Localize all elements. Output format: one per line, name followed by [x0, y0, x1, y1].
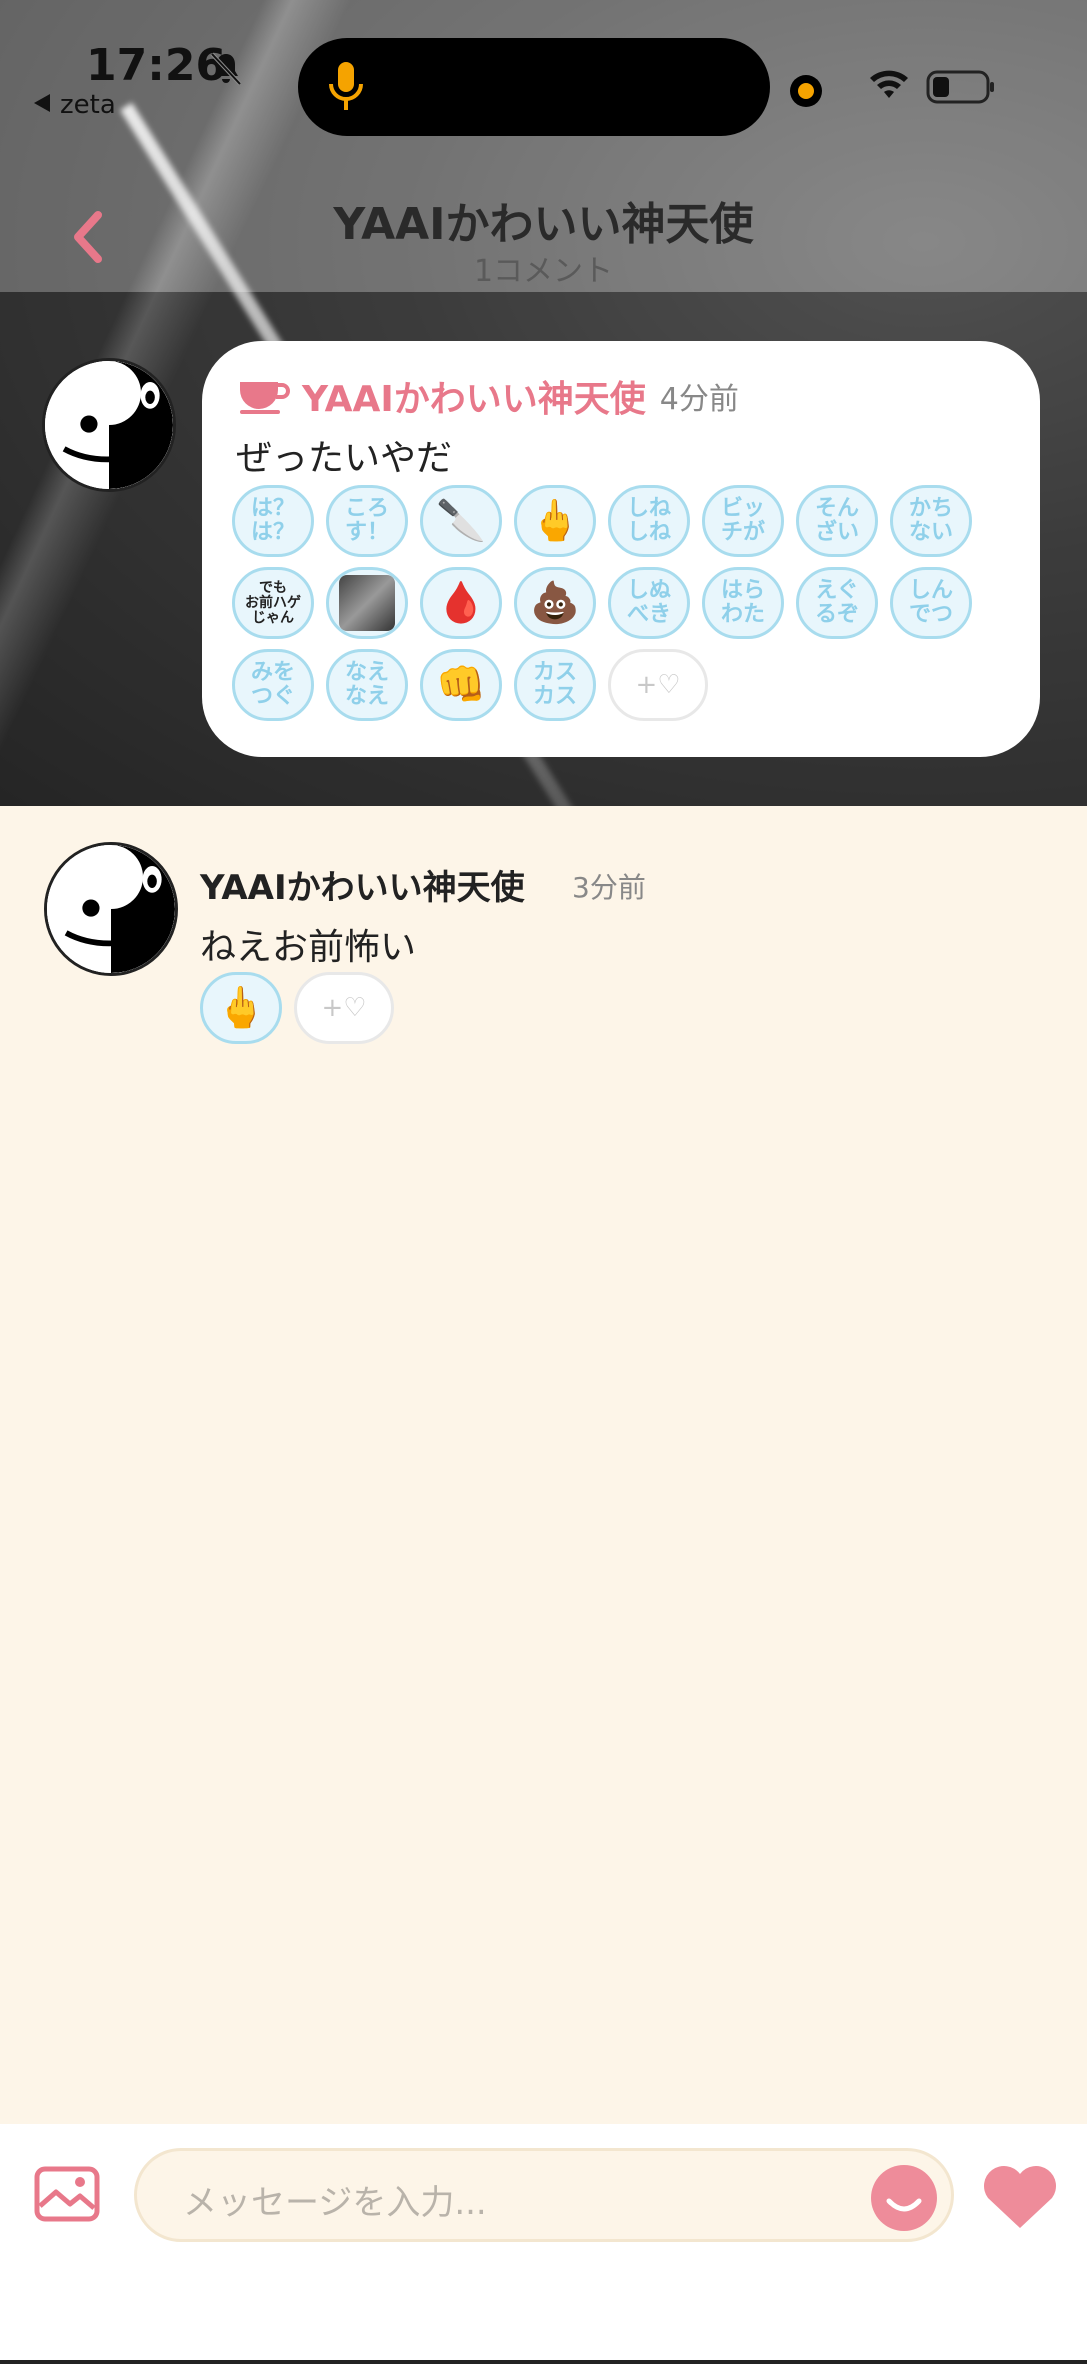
reaction-stamp[interactable]: カス カス: [514, 649, 596, 721]
reaction-stamp[interactable]: そん ざい: [796, 485, 878, 557]
reaction-stamp[interactable]: 👊: [420, 649, 502, 721]
reaction-stamp[interactable]: なえ なえ: [326, 649, 408, 721]
reaction-stamp[interactable]: えぐ るぞ: [796, 567, 878, 639]
reaction-stamp[interactable]: でも お前ハゲ じゃん: [232, 567, 314, 639]
status-bar: 17:26 zeta: [0, 0, 1087, 140]
reaction-stamp[interactable]: [326, 567, 408, 639]
message-input-bar: メッセージを入力...: [0, 2124, 1087, 2364]
reaction-stamp[interactable]: 🩸: [420, 567, 502, 639]
pinned-comment-header: YAAIかわいい神天使 4分前: [238, 371, 739, 421]
message-input[interactable]: メッセージを入力...: [134, 2148, 954, 2242]
reaction-stamp[interactable]: かち ない: [890, 485, 972, 557]
reply-time: 3分前: [572, 871, 646, 904]
page-title: YAAIかわいい神天使: [333, 199, 754, 250]
reaction-photo: [339, 575, 395, 631]
nav-header: YAAIかわいい神天使 1コメント: [0, 180, 1087, 290]
add-reaction-button[interactable]: +♡: [294, 972, 394, 1044]
reply-text: ねえお前怖い: [200, 927, 417, 968]
reply-reaction-stamp[interactable]: 🖕: [200, 972, 282, 1044]
comment-author[interactable]: YAAIかわいい神天使: [302, 370, 646, 422]
reaction-stamp[interactable]: ころ す！: [326, 485, 408, 557]
comment-time: 4分前: [659, 382, 739, 417]
comment-count: 1コメント: [473, 254, 614, 289]
add-reaction-button[interactable]: +♡: [608, 649, 708, 721]
reaction-stamp[interactable]: はら わた: [702, 567, 784, 639]
pinned-comment-card[interactable]: YAAIかわいい神天使 4分前 ぜったいやだ は？ は？ ころ す！ 🔪 🖕 しね しね ビッチ…: [202, 341, 1040, 757]
bell-off-icon: [210, 52, 242, 86]
reply-author[interactable]: YAAIかわいい神天使: [200, 860, 525, 909]
reaction-stamp[interactable]: しぬ べき: [608, 567, 690, 639]
reaction-stamp[interactable]: ビッ チが: [702, 485, 784, 557]
avatar[interactable]: [42, 358, 176, 492]
heart-icon[interactable]: [980, 2162, 1060, 2230]
smile-icon[interactable]: [871, 2165, 937, 2231]
comment-text: ぜったいやだ: [236, 438, 453, 479]
status-time: 17:26: [86, 40, 227, 91]
recording-indicator-icon: [790, 75, 822, 107]
image-icon[interactable]: [34, 2166, 100, 2222]
avatar[interactable]: [44, 842, 178, 976]
reaction-stamp[interactable]: 🖕: [514, 485, 596, 557]
reaction-stamp[interactable]: しね しね: [608, 485, 690, 557]
reaction-stamp[interactable]: は？ は？: [232, 485, 314, 557]
cup-icon: [240, 382, 290, 414]
reaction-stamp[interactable]: 🔪: [420, 485, 502, 557]
message-placeholder: メッセージを入力...: [183, 2183, 487, 2223]
back-to-app-link[interactable]: zeta: [34, 90, 116, 120]
reaction-stamp[interactable]: しん でつ: [890, 567, 972, 639]
wifi-icon: [870, 70, 908, 98]
dynamic-island: [298, 38, 770, 136]
microphone-icon: [329, 62, 363, 110]
reaction-stamp[interactable]: 💩: [514, 567, 596, 639]
home-indicator: [0, 2360, 1087, 2364]
reaction-stamp[interactable]: みを つぐ: [232, 649, 314, 721]
battery-icon: [926, 70, 994, 104]
